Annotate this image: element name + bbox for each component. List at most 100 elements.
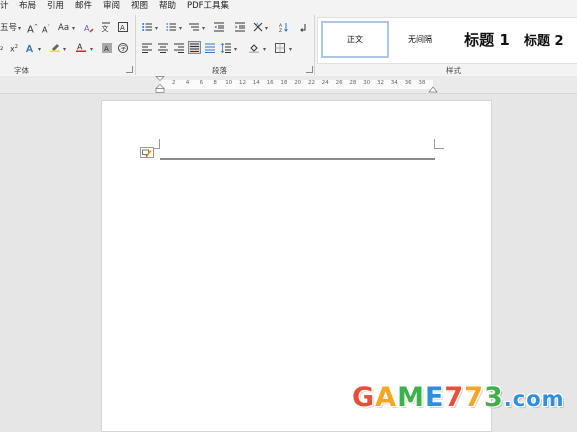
- horizontal-line: [160, 158, 435, 160]
- chevron-down-icon[interactable]: ▾: [72, 25, 75, 32]
- chevron-down-icon[interactable]: ▾: [263, 46, 266, 53]
- chinese-layout-icon[interactable]: A: [253, 22, 263, 32]
- chevron-down-icon[interactable]: ▾: [18, 25, 21, 32]
- numbering-icon[interactable]: [166, 22, 176, 32]
- borders-icon[interactable]: [275, 43, 285, 53]
- show-formatting-marks-icon[interactable]: [297, 22, 307, 32]
- paragraph-dialog-launcher-icon[interactable]: [306, 66, 313, 73]
- ruler-tick-label: 2: [172, 80, 176, 86]
- styles-group-label: 样式: [446, 66, 461, 75]
- align-center-icon[interactable]: [158, 43, 168, 53]
- svg-text:字: 字: [120, 45, 126, 53]
- ruler-tick-label: 26: [335, 80, 343, 86]
- styles-gallery: 正文 无间隔 标题 1 标题 2: [317, 17, 577, 64]
- ruler-tick-label: 36: [404, 80, 412, 86]
- chevron-down-icon[interactable]: ▾: [202, 25, 205, 32]
- sort-icon[interactable]: AZ: [279, 22, 289, 32]
- menu-bar: 计 布局 引用 邮件 审阅 视图 帮助 PDF工具集: [0, 0, 577, 13]
- menu-pdf-tools[interactable]: PDF工具集: [187, 0, 229, 12]
- ruler-tick-label: 6: [199, 80, 204, 86]
- shrink-font-button[interactable]: Aˇ: [42, 22, 50, 37]
- svg-text:Z: Z: [279, 28, 282, 32]
- menu-help[interactable]: 帮助: [159, 0, 176, 12]
- menu-mailings[interactable]: 邮件: [75, 0, 92, 12]
- superscript-button[interactable]: x2: [10, 41, 18, 56]
- watermark-letter: M: [397, 382, 425, 413]
- decrease-indent-icon[interactable]: [214, 22, 224, 32]
- ruler-tick-label: 34: [390, 80, 398, 86]
- svg-text:文: 文: [102, 24, 109, 32]
- watermark-letter: .com: [503, 387, 565, 411]
- enclose-characters-icon[interactable]: 字: [118, 43, 128, 53]
- shading-icon[interactable]: [249, 43, 259, 53]
- ruler-tick-label: 18: [280, 80, 288, 86]
- menu-layout[interactable]: 布局: [19, 0, 36, 12]
- margin-corner-mark: [434, 139, 444, 149]
- chevron-down-icon[interactable]: ▾: [63, 46, 66, 53]
- text-effects-icon[interactable]: A: [26, 43, 36, 53]
- menu-design[interactable]: 计: [0, 0, 9, 12]
- character-shading-icon[interactable]: A: [102, 43, 112, 53]
- svg-text:A: A: [120, 24, 125, 32]
- chevron-down-icon[interactable]: ▾: [265, 25, 268, 32]
- font-dialog-launcher-icon[interactable]: [126, 66, 133, 73]
- font-color-icon[interactable]: A: [76, 42, 86, 52]
- group-divider: [314, 15, 315, 75]
- ruler-tick-label: 38: [418, 80, 426, 86]
- watermark-letter: G: [352, 382, 376, 413]
- menu-review[interactable]: 审阅: [103, 0, 120, 12]
- right-indent-marker-icon[interactable]: [428, 84, 438, 93]
- line-spacing-icon[interactable]: [221, 43, 231, 53]
- svg-text:A: A: [256, 22, 259, 27]
- horizontal-ruler[interactable]: 2 4 6 8 10 12 14 16 18 20 22 24 26 28 30 32 34 36 38: [0, 76, 577, 94]
- chevron-down-icon[interactable]: ▾: [90, 46, 93, 53]
- clear-formatting-icon[interactable]: A: [84, 23, 94, 33]
- svg-text:A: A: [26, 44, 33, 53]
- change-case-button[interactable]: Aa: [58, 22, 69, 34]
- ruler-tick-label: 24: [321, 80, 329, 86]
- svg-text:A: A: [84, 24, 90, 33]
- style-heading-2[interactable]: 标题 2: [524, 18, 577, 61]
- chevron-down-icon[interactable]: ▾: [179, 25, 182, 32]
- menu-view[interactable]: 视图: [131, 0, 148, 12]
- chevron-down-icon[interactable]: ▾: [155, 25, 158, 32]
- ribbon: 五号 ▾ A^ Aˇ Aa ▾ A 文 A ₂ x2 A ▾ ▾ A ▾ A 字…: [0, 13, 577, 77]
- ruler-tick-label: 32: [377, 80, 384, 86]
- ruler-tick-label: 10: [225, 80, 233, 86]
- highlighter-icon[interactable]: [50, 42, 60, 52]
- paragraph-group-label: 段落: [212, 66, 227, 75]
- ruler-tick-label: 22: [308, 80, 315, 86]
- ruler-tick-label: 14: [252, 80, 260, 86]
- font-group-label: 字体: [14, 66, 29, 75]
- align-left-icon[interactable]: [142, 43, 152, 53]
- font-size-select[interactable]: 五号: [0, 22, 17, 34]
- style-no-spacing[interactable]: 无间隔: [390, 18, 450, 61]
- watermark-letter: 7: [444, 382, 465, 413]
- ruler-tick-label: 12: [239, 80, 246, 86]
- ruler-tick-label: 30: [363, 80, 371, 86]
- phonetic-guide-icon[interactable]: 文: [101, 22, 111, 32]
- distributed-icon[interactable]: [205, 43, 215, 53]
- style-heading-1[interactable]: 标题 1: [454, 18, 520, 61]
- chevron-down-icon[interactable]: ▾: [289, 46, 292, 53]
- justify-icon[interactable]: [188, 41, 201, 54]
- chevron-down-icon[interactable]: ▾: [234, 46, 237, 53]
- svg-text:A: A: [77, 43, 83, 52]
- style-normal[interactable]: 正文: [321, 21, 389, 58]
- watermark-letter: 7: [464, 382, 484, 413]
- grow-font-button[interactable]: A^: [27, 21, 38, 36]
- ruler-tick-label: 28: [349, 80, 357, 86]
- first-line-indent-marker-icon[interactable]: [155, 76, 165, 93]
- watermark-letter: 3: [484, 382, 504, 413]
- align-right-icon[interactable]: [174, 43, 184, 53]
- subscript-button[interactable]: ₂: [0, 42, 3, 54]
- menu-references[interactable]: 引用: [47, 0, 64, 12]
- character-border-icon[interactable]: A: [118, 22, 128, 32]
- multilevel-list-icon[interactable]: [189, 22, 199, 32]
- increase-indent-icon[interactable]: [235, 22, 245, 32]
- paste-options-icon[interactable]: [140, 147, 154, 158]
- bullets-icon[interactable]: [142, 22, 152, 32]
- ruler-tick-label: 4: [185, 80, 190, 86]
- ruler-tick-label: 20: [294, 80, 302, 86]
- chevron-down-icon[interactable]: ▾: [38, 46, 41, 53]
